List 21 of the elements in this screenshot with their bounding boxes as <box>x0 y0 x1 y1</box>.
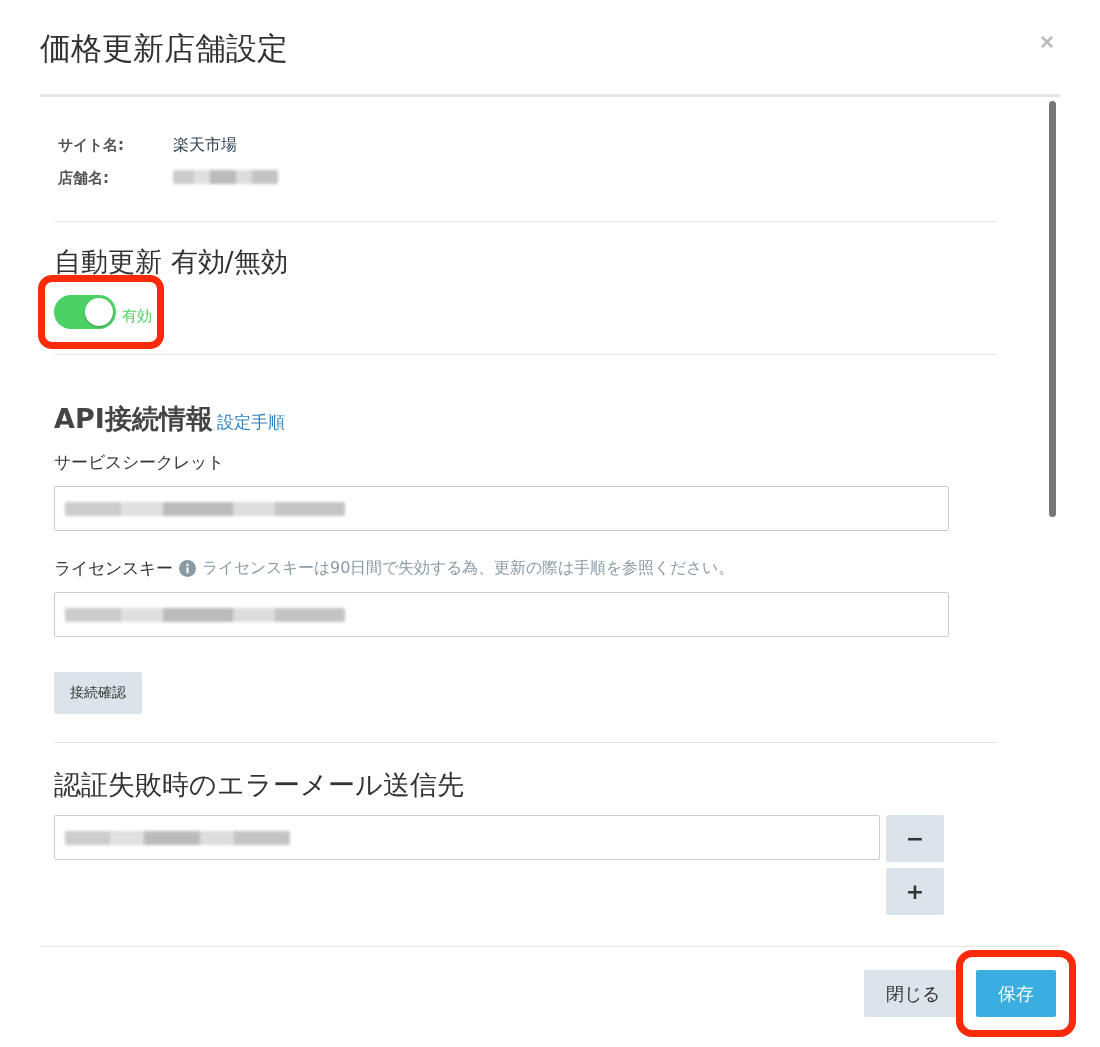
info-icon <box>179 560 196 577</box>
toggle-state-label: 有効 <box>122 306 152 326</box>
remove-button[interactable]: − <box>886 815 944 862</box>
connection-test-button[interactable]: 接続確認 <box>54 672 142 714</box>
scrollbar[interactable] <box>1049 101 1056 517</box>
add-button[interactable]: + <box>886 868 944 915</box>
field-label: ライセンスキー <box>54 557 173 580</box>
input-field[interactable] <box>54 486 949 531</box>
toggle-switch[interactable] <box>54 295 116 329</box>
section-heading: 認証失敗時のエラーメール送信先 <box>54 768 465 802</box>
section-heading: 自動更新 有効/無効 <box>54 245 289 279</box>
site-label: サイト名: <box>57 136 125 155</box>
shop-label: 店舗名: <box>57 169 110 188</box>
field-label: サービスシークレット <box>54 451 224 474</box>
site-value: 楽天市場 <box>173 135 237 156</box>
modal-title: 価格更新店舗設定 <box>40 29 288 68</box>
input-field[interactable] <box>54 592 949 637</box>
email-field[interactable] <box>54 815 880 860</box>
setup-link[interactable]: 設定手順 <box>216 411 285 434</box>
section-heading: API接続情報 <box>54 402 213 436</box>
hint-text: ライセンスキーは90日間で失効する為、更新の際は手順を参照ください。 <box>202 558 735 579</box>
